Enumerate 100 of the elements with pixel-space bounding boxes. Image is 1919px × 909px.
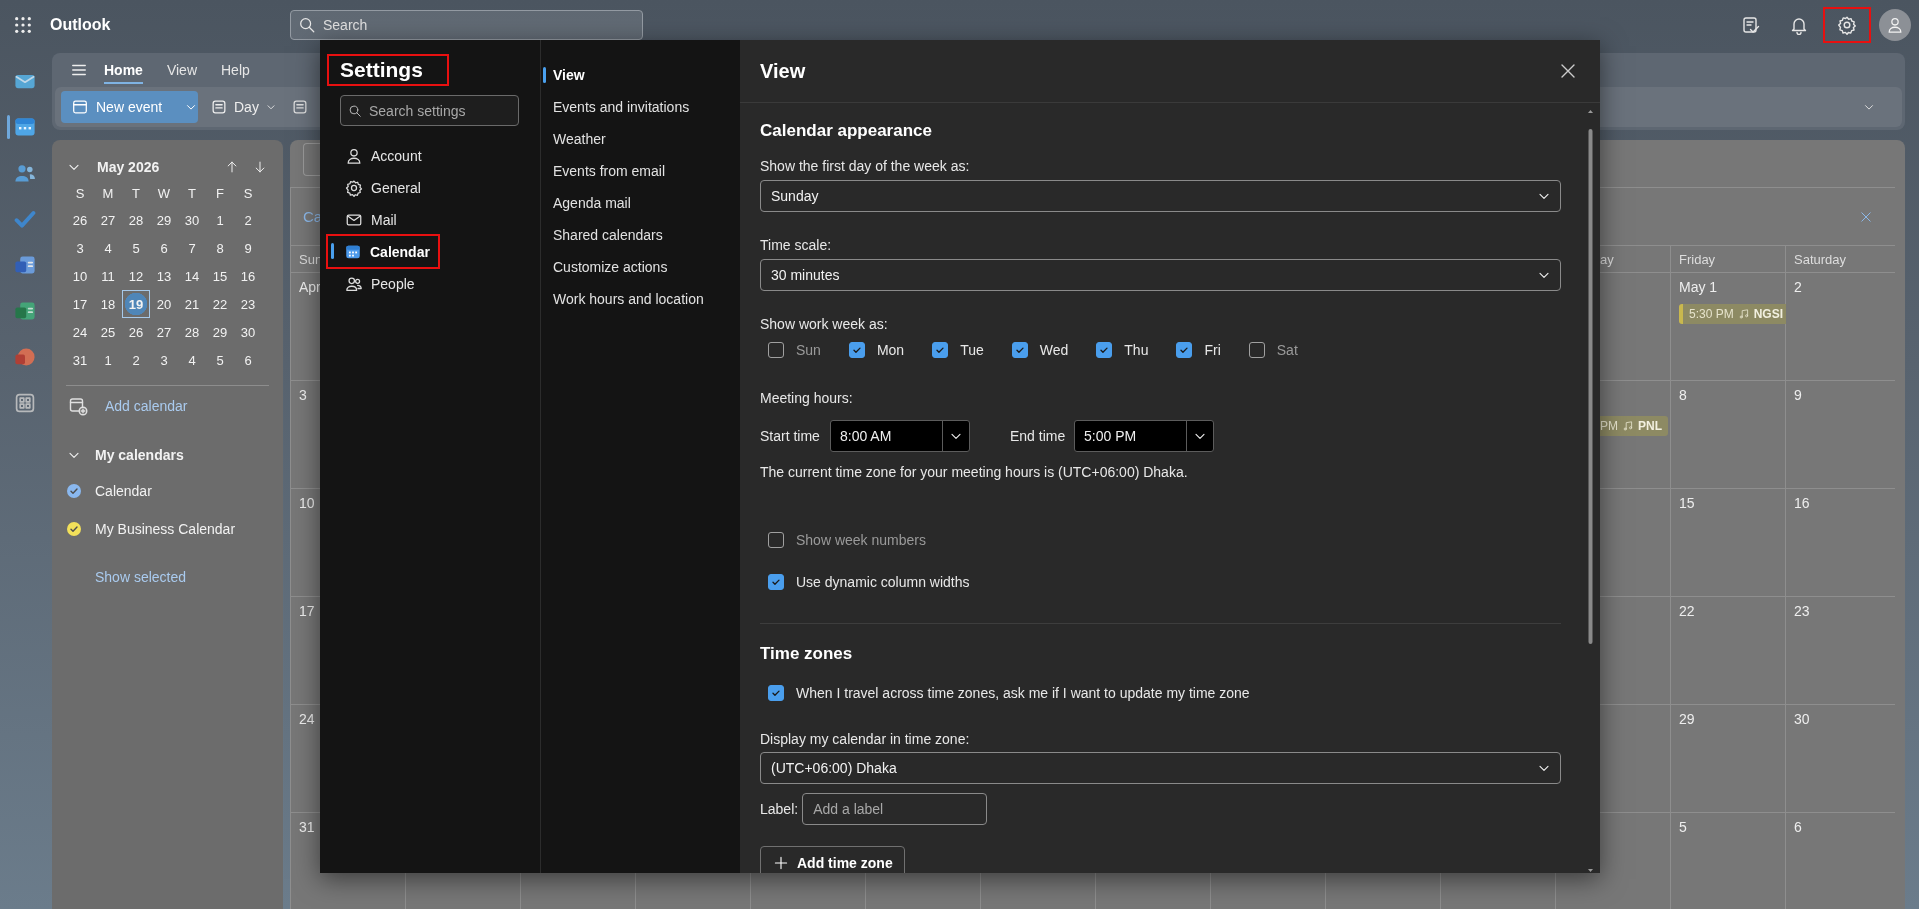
dropdown[interactable]: (UTC+06:00) Dhaka bbox=[760, 752, 1561, 784]
day-number[interactable]: 31 bbox=[66, 346, 94, 374]
nav-item[interactable]: General bbox=[327, 172, 441, 203]
day-number[interactable]: 3 bbox=[150, 346, 178, 374]
nav-item[interactable]: Calendar bbox=[326, 234, 440, 269]
date-label: 15 bbox=[1679, 495, 1695, 511]
checkbox[interactable] bbox=[1248, 342, 1265, 358]
day-header: Friday bbox=[1679, 252, 1716, 267]
day-number[interactable]: 18 bbox=[94, 290, 122, 318]
day-number[interactable]: 16 bbox=[234, 262, 262, 290]
view-dropdown[interactable]: Day bbox=[210, 91, 277, 123]
day-number[interactable]: 2 bbox=[122, 346, 150, 374]
day-number[interactable]: 26 bbox=[66, 206, 94, 234]
nav-item[interactable]: Agenda mail bbox=[541, 187, 637, 219]
tab[interactable]: View bbox=[166, 56, 197, 84]
new-event-button[interactable]: New event bbox=[61, 91, 198, 123]
nav-item[interactable]: Weather bbox=[541, 123, 612, 155]
nav-item[interactable]: Mail bbox=[327, 204, 441, 235]
day-number[interactable]: 10 bbox=[66, 262, 94, 290]
day-number[interactable]: 4 bbox=[94, 234, 122, 262]
checkbox[interactable] bbox=[768, 685, 784, 701]
checkbox[interactable] bbox=[768, 532, 784, 548]
add-calendar-link[interactable]: Add calendar bbox=[66, 394, 269, 418]
checkbox[interactable] bbox=[768, 342, 784, 358]
day-number[interactable]: 1 bbox=[94, 346, 122, 374]
nav-item[interactable]: Events from email bbox=[541, 155, 672, 187]
label-field[interactable]: Add a label bbox=[802, 793, 988, 825]
day-number[interactable]: 4 bbox=[178, 346, 206, 374]
day-number[interactable]: 28 bbox=[178, 318, 206, 346]
apps-icon[interactable] bbox=[13, 391, 37, 415]
nav-item[interactable]: Events and invitations bbox=[541, 91, 696, 123]
nav-item[interactable]: Work hours and location bbox=[541, 283, 710, 315]
time-dropdown[interactable]: 5:00 PM bbox=[1074, 420, 1214, 452]
day-number[interactable]: 27 bbox=[150, 318, 178, 346]
checkbox[interactable] bbox=[932, 342, 949, 358]
checkbox[interactable] bbox=[1096, 342, 1113, 358]
day-number[interactable]: 5 bbox=[206, 346, 234, 374]
day-number[interactable]: 25 bbox=[94, 318, 122, 346]
day-number[interactable]: 30 bbox=[234, 318, 262, 346]
dropdown[interactable]: Sunday bbox=[760, 180, 1561, 212]
day-number[interactable]: 26 bbox=[122, 318, 150, 346]
day-number[interactable]: 29 bbox=[150, 206, 178, 234]
day-number[interactable]: 6 bbox=[234, 346, 262, 374]
day-number[interactable]: 28 bbox=[122, 206, 150, 234]
day-number[interactable]: 30 bbox=[178, 206, 206, 234]
tab[interactable]: Home bbox=[104, 56, 143, 84]
avatar[interactable] bbox=[1879, 9, 1911, 41]
apps-grid-icon[interactable] bbox=[14, 16, 32, 34]
day-number[interactable]: 23 bbox=[234, 290, 262, 318]
tab[interactable]: Help bbox=[221, 56, 250, 84]
arrow-down-icon[interactable] bbox=[253, 160, 267, 174]
notes-icon[interactable] bbox=[1741, 15, 1761, 35]
settings-title: Settings bbox=[327, 54, 449, 86]
day-number[interactable]: 15 bbox=[206, 262, 234, 290]
day-number[interactable]: 14 bbox=[178, 262, 206, 290]
add-time-zone-button[interactable]: Add time zone bbox=[760, 846, 905, 873]
checkbox[interactable] bbox=[1176, 342, 1193, 358]
day-number[interactable]: 12 bbox=[122, 262, 150, 290]
date-label: 24 bbox=[299, 711, 315, 727]
day-number[interactable]: 27 bbox=[94, 206, 122, 234]
dropdown[interactable]: 30 minutes bbox=[760, 259, 1561, 291]
day-number[interactable]: 19 bbox=[122, 290, 150, 318]
nav-item[interactable]: Customize actions bbox=[541, 251, 674, 283]
event-chip[interactable]: 5:30 PM NGSI bbox=[1679, 304, 1786, 324]
day-number[interactable]: 20 bbox=[150, 290, 178, 318]
day-number[interactable]: 6 bbox=[150, 234, 178, 262]
nav-item[interactable]: Account bbox=[327, 140, 441, 171]
day-number[interactable]: 1 bbox=[206, 206, 234, 234]
day-number[interactable]: 7 bbox=[178, 234, 206, 262]
day-number[interactable]: 3 bbox=[66, 234, 94, 262]
day-number[interactable]: 24 bbox=[66, 318, 94, 346]
day-number[interactable]: 8 bbox=[206, 234, 234, 262]
day-number[interactable]: 29 bbox=[206, 318, 234, 346]
show-selected-link[interactable]: Show selected bbox=[66, 565, 269, 589]
day-number[interactable]: 9 bbox=[234, 234, 262, 262]
calendar-item[interactable]: My Business Calendar bbox=[66, 517, 269, 541]
day-number[interactable]: 5 bbox=[122, 234, 150, 262]
search-field[interactable]: Search settings bbox=[340, 95, 519, 126]
settings-button[interactable] bbox=[1823, 7, 1871, 43]
bell-icon[interactable] bbox=[1789, 15, 1809, 35]
field-label: Show the first day of the week as: bbox=[760, 157, 970, 176]
section-heading: Time zones bbox=[760, 643, 853, 665]
day-number[interactable]: 22 bbox=[206, 290, 234, 318]
day-number[interactable]: 2 bbox=[234, 206, 262, 234]
nav-item[interactable]: People bbox=[327, 268, 441, 299]
day-number[interactable]: 21 bbox=[178, 290, 206, 318]
day-number[interactable]: 17 bbox=[66, 290, 94, 318]
checkbox[interactable] bbox=[848, 342, 865, 358]
day-number[interactable]: 11 bbox=[94, 262, 122, 290]
nav-item[interactable]: View bbox=[541, 59, 591, 91]
calendar-item[interactable]: Calendar bbox=[66, 479, 269, 503]
arrow-up-icon[interactable] bbox=[225, 160, 239, 174]
checkbox[interactable] bbox=[1011, 342, 1028, 358]
time-dropdown[interactable]: 8:00 AM bbox=[830, 420, 970, 452]
event-chip[interactable]: PM PNL bbox=[1600, 416, 1668, 436]
checkbox[interactable] bbox=[768, 574, 784, 590]
checkbox-label: Thu bbox=[1124, 342, 1149, 358]
day-number[interactable]: 13 bbox=[150, 262, 178, 290]
nav-item[interactable]: Shared calendars bbox=[541, 219, 669, 251]
music-note-icon bbox=[1737, 308, 1750, 320]
